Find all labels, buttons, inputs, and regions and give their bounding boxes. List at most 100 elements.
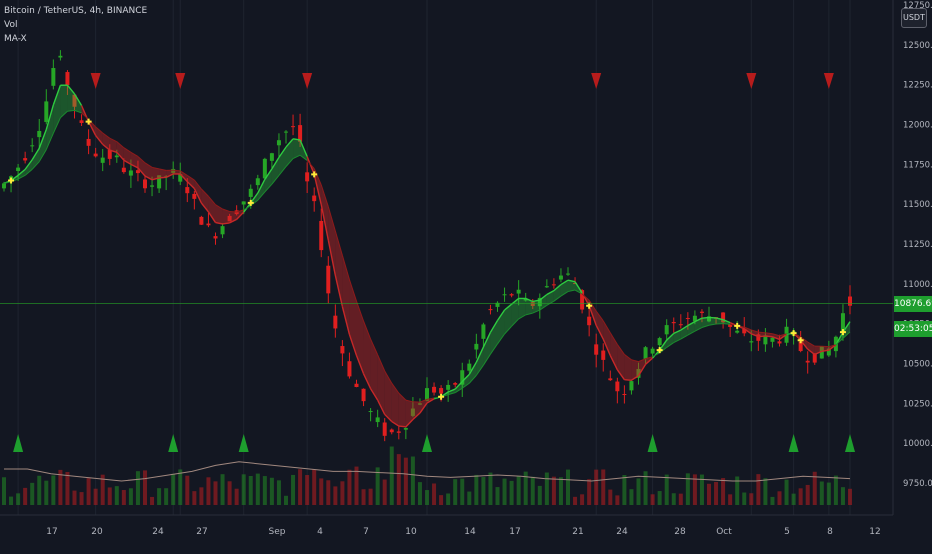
volume-bar (721, 478, 725, 505)
candle-body (749, 341, 753, 342)
candle-body (559, 276, 563, 280)
volume-bar (122, 490, 126, 505)
price-tick-label: 10000.00 (903, 439, 932, 449)
volume-bar (665, 475, 669, 505)
volume-bar (792, 494, 796, 505)
volume-bar (16, 493, 20, 505)
chart-canvas[interactable]: 12750.0012500.0012250.0012000.0011750.00… (0, 0, 932, 550)
symbol-title[interactable]: Bitcoin / TetherUS, 4h, BINANCE (4, 4, 147, 18)
volume-bar (637, 478, 641, 505)
volume-bar (411, 457, 415, 505)
candle-body (291, 126, 295, 127)
candle-body (566, 274, 570, 275)
chart-legend: Bitcoin / TetherUS, 4h, BINANCE Vol MA-X (4, 4, 147, 46)
candle-body (221, 226, 225, 234)
time-tick-label: 24 (616, 527, 628, 537)
candle-body (651, 349, 655, 354)
volume-bar (848, 489, 852, 505)
trading-chart[interactable]: 12750.0012500.0012250.0012000.0011750.00… (0, 0, 932, 550)
candle-body (2, 183, 6, 188)
fast-ma-segment (399, 426, 406, 427)
candle-body (206, 224, 210, 226)
volume-bar (242, 474, 246, 505)
candle-body (115, 155, 119, 157)
candle-body (778, 341, 782, 343)
volume-bar (834, 476, 838, 505)
candle-body (44, 101, 48, 122)
time-tick-label: 21 (572, 527, 583, 537)
candle-body (256, 178, 260, 185)
candle-body (87, 139, 91, 146)
fast-ma-segment (765, 336, 772, 337)
volume-bar (9, 497, 13, 505)
candle-body (594, 344, 598, 354)
volume-bar (178, 469, 182, 505)
candle-body (129, 170, 133, 175)
price-tick-label: 11500.00 (903, 200, 932, 210)
candle-body (665, 325, 669, 334)
volume-bar (651, 494, 655, 505)
candle-body (587, 317, 591, 326)
volume-bar (340, 481, 344, 505)
candle-body (136, 170, 140, 173)
price-tick-label: 10250.00 (903, 399, 932, 409)
volume-indicator-label[interactable]: Vol (4, 18, 147, 32)
volume-bar (157, 488, 161, 505)
volume-bar (199, 487, 203, 505)
candle-body (503, 294, 507, 295)
volume-bar (185, 476, 189, 505)
candle-body (319, 221, 323, 250)
candle-body (16, 168, 20, 171)
volume-bar (256, 474, 260, 505)
volume-bar (108, 487, 112, 505)
candle-body (58, 56, 62, 58)
candle-body (432, 387, 436, 393)
candle-body (679, 324, 683, 325)
volume-bar (291, 475, 295, 505)
volume-bar (446, 494, 450, 505)
volume-bar (425, 490, 429, 505)
volume-bar (679, 494, 683, 505)
volume-bar (728, 494, 732, 505)
volume-bar (806, 485, 810, 505)
volume-bar (763, 478, 767, 505)
volume-bar (799, 488, 803, 505)
price-tick-label: 11250.00 (903, 240, 932, 250)
currency-button[interactable]: USDT (901, 8, 927, 28)
candle-body (242, 201, 246, 204)
volume-bar (369, 489, 373, 505)
volume-bar (594, 470, 598, 505)
ma-cross-indicator-label[interactable]: MA-X (4, 32, 147, 46)
candle-body (355, 384, 359, 387)
volume-bar (517, 476, 521, 505)
volume-bar (778, 491, 782, 505)
candle-body (404, 428, 408, 430)
time-tick-label: 17 (46, 527, 57, 537)
candle-body (615, 382, 619, 392)
volume-bar (510, 481, 514, 505)
volume-bar (319, 478, 323, 505)
volume-bar (192, 491, 196, 505)
volume-bar (115, 486, 119, 505)
time-tick-label: 8 (827, 527, 833, 537)
candle-body (65, 72, 69, 85)
candle-body (806, 361, 810, 363)
volume-bar (171, 474, 175, 505)
fast-ma-segment (624, 380, 631, 381)
candle-body (517, 290, 521, 294)
candle-body (658, 338, 662, 345)
time-tick-label: 12 (869, 527, 880, 537)
volume-bar (615, 495, 619, 505)
volume-bar (298, 469, 302, 505)
slow-ma-segment (758, 332, 765, 333)
volume-bar (827, 483, 831, 505)
volume-bar (841, 487, 845, 505)
candle-body (347, 361, 351, 376)
candle-body (80, 120, 84, 123)
candle-body (37, 131, 41, 137)
volume-bar (608, 490, 612, 505)
volume-bar (742, 493, 746, 505)
volume-bar (347, 470, 351, 505)
candle-body (362, 389, 366, 401)
candle-body (735, 331, 739, 333)
